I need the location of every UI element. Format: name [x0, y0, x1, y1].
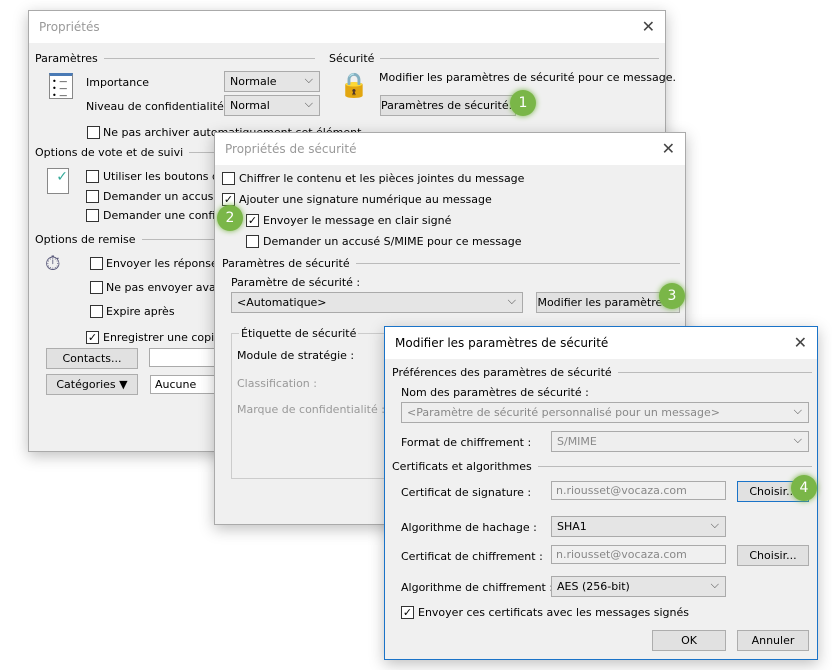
confidentiality-select[interactable]: Normal	[224, 95, 320, 116]
smime-receipt-label: Demander un accusé S/MIME pour ce messag…	[263, 235, 522, 248]
encrypt-checkbox[interactable]	[222, 172, 235, 185]
read-receipt-label: Demander un accusé d	[103, 190, 231, 203]
section-label: Sécurité	[329, 52, 375, 65]
classification-label: Classification :	[237, 377, 317, 390]
expire-checkbox[interactable]	[90, 305, 103, 318]
hash-label: Algorithme de hachage :	[401, 521, 537, 534]
step-badge-3: 3	[659, 283, 685, 309]
close-icon[interactable]: ✕	[642, 17, 655, 36]
clear-signed-checkbox[interactable]: ✓	[246, 214, 259, 227]
read-receipt-checkbox[interactable]	[86, 190, 99, 203]
contacts-input[interactable]	[149, 348, 219, 367]
delivery-receipt-checkbox[interactable]	[86, 209, 99, 222]
tracking-icon: ✓	[47, 168, 69, 194]
list-icon: • — • — • —	[49, 73, 73, 100]
importance-select[interactable]: Normale	[224, 71, 320, 92]
save-copy-checkbox[interactable]: ✓	[86, 331, 99, 344]
categories-label: Catégories	[56, 378, 116, 391]
title-bar: Propriétés ✕	[29, 11, 665, 43]
vote-buttons-label: Utiliser les boutons de	[103, 170, 226, 183]
no-send-before-label: Ne pas envoyer avant	[106, 281, 227, 294]
contacts-button[interactable]: Contacts...	[46, 348, 138, 369]
no-archive-checkbox[interactable]	[87, 126, 100, 139]
clear-signed-label: Envoyer le message en clair signé	[263, 214, 452, 227]
window-title: Modifier les paramètres de sécurité	[395, 336, 609, 350]
security-setting-label: Paramètre de sécurité :	[231, 276, 361, 289]
categories-value: Aucune	[150, 375, 220, 394]
send-certs-checkbox[interactable]: ✓	[401, 606, 414, 619]
save-copy-label: Enregistrer une copie	[103, 331, 221, 344]
section-label: Paramètres	[35, 52, 98, 65]
section-preferences: Préférences des paramètres de sécurité	[392, 366, 812, 379]
security-settings-button[interactable]: Paramètres de sécurité...	[380, 95, 519, 116]
sign-label: Ajouter une signature numérique au messa…	[239, 193, 492, 206]
section-certificates: Certificats et algorithmes	[392, 460, 812, 473]
step-badge-4: 4	[791, 475, 817, 501]
encryption-alg-select[interactable]: AES (256-bit)	[551, 576, 726, 597]
expire-label: Expire après	[106, 305, 175, 318]
cancel-button[interactable]: Annuler	[737, 630, 809, 651]
format-label: Format de chiffrement :	[401, 436, 532, 449]
close-icon[interactable]: ✕	[794, 333, 807, 352]
section-params: Paramètres	[35, 52, 315, 65]
lock-icon: 🔒	[339, 71, 369, 99]
section-label: Certificats et algorithmes	[392, 460, 532, 473]
format-select[interactable]: S/MIME	[551, 431, 809, 452]
delivery-icon: ⏱	[45, 251, 61, 275]
security-text: Modifier les paramètres de sécurité pour…	[379, 71, 676, 84]
step-badge-2: 2	[217, 205, 243, 231]
delivery-receipt-label: Demander une confirm	[103, 209, 231, 222]
section-label: Préférences des paramètres de sécurité	[392, 366, 612, 379]
encryption-cert-label: Certificat de chiffrement :	[401, 550, 543, 563]
encryption-cert-input[interactable]: n.riousset@vocaza.com	[551, 545, 726, 564]
smime-receipt-checkbox[interactable]	[246, 235, 259, 248]
section-label: Options de vote et de suivi	[35, 146, 184, 159]
signing-cert-label: Certificat de signature :	[401, 486, 532, 499]
module-label: Module de stratégie :	[237, 349, 355, 362]
choose-encryption-cert-button[interactable]: Choisir...	[737, 545, 809, 566]
title-bar: Propriétés de sécurité ✕	[215, 133, 685, 165]
window-title: Propriétés	[39, 20, 100, 34]
section-label: Options de remise	[35, 233, 136, 246]
vote-buttons-checkbox[interactable]	[86, 170, 99, 183]
caret-down-icon: ▼	[119, 378, 128, 391]
section-security: Sécurité	[329, 52, 659, 65]
section-security-settings: Paramètres de sécurité	[222, 257, 680, 270]
ok-button[interactable]: OK	[652, 630, 726, 651]
hash-select[interactable]: SHA1	[551, 516, 726, 537]
replies-label: Envoyer les réponses	[106, 257, 224, 270]
group-label: Étiquette de sécurité	[239, 327, 359, 340]
replies-checkbox[interactable]	[90, 257, 103, 270]
privacy-mark-label: Marque de confidentialité :	[237, 403, 385, 416]
step-badge-1: 1	[510, 90, 536, 116]
signing-cert-input[interactable]: n.riousset@vocaza.com	[551, 481, 726, 500]
close-icon[interactable]: ✕	[662, 139, 675, 158]
modify-security-settings-window: Modifier les paramètres de sécurité ✕ Pré…	[384, 326, 818, 660]
title-bar: Modifier les paramètres de sécurité ✕	[385, 327, 817, 359]
security-setting-select[interactable]: <Automatique>	[231, 292, 523, 313]
window-title: Propriétés de sécurité	[225, 142, 357, 156]
no-send-before-checkbox[interactable]	[90, 281, 103, 294]
settings-name-label: Nom des paramètres de sécurité :	[401, 386, 589, 399]
settings-name-select[interactable]: <Paramètre de sécurité personnalisé pour…	[401, 402, 809, 423]
categories-button[interactable]: Catégories ▼	[46, 374, 138, 395]
section-label: Paramètres de sécurité	[222, 257, 350, 270]
confidentiality-label: Niveau de confidentialité	[86, 100, 224, 113]
encrypt-label: Chiffrer le contenu et les pièces jointe…	[239, 172, 525, 185]
encryption-alg-label: Algorithme de chiffrement :	[401, 581, 554, 594]
importance-label: Importance	[86, 76, 150, 89]
send-certs-label: Envoyer ces certificats avec les message…	[418, 606, 689, 619]
